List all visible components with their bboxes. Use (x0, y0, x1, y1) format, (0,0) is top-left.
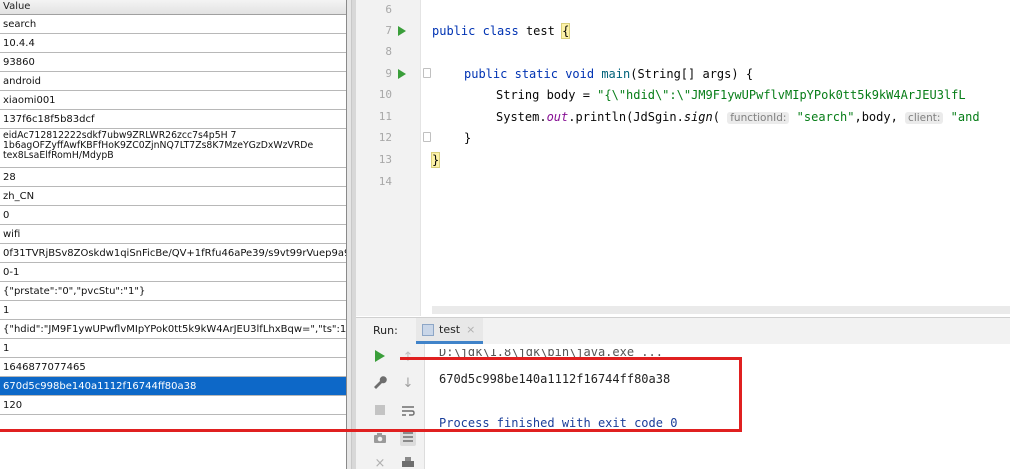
annotation-underline (0, 429, 403, 432)
fold-icon[interactable] (423, 68, 431, 78)
line-number: 6 (385, 3, 392, 16)
table-row[interactable]: 0f31TVRjBSv8ZOskdw1qiSnFicBe/QV+1fRfu46a… (0, 244, 346, 263)
camera-icon[interactable] (372, 432, 388, 448)
table-row[interactable]: 93860 (0, 53, 346, 72)
run-label: Run: (373, 324, 398, 337)
parameter-hint: functionId: (727, 112, 790, 124)
console-icon (422, 323, 434, 336)
table-row[interactable]: 1646877077465 (0, 358, 346, 377)
tab-test[interactable]: test × (416, 318, 484, 344)
editor-horizontal-scrollbar[interactable] (432, 306, 1010, 314)
values-list: search 10.4.4 93860 android xiaomi001 137f6c1… (0, 15, 346, 415)
table-row[interactable]: 10.4.4 (0, 34, 346, 53)
table-row[interactable]: {"prstate":"0","pvcStu":"1"} (0, 282, 346, 301)
line-number: 10 (378, 88, 392, 101)
table-row[interactable]: 670d5c998be140a1112f16744ff80a38 (0, 377, 346, 396)
table-row[interactable]: zh_CN (0, 187, 346, 206)
code-line-9: public static void main(String[] args) { (464, 67, 754, 81)
line-number: 14 (378, 175, 392, 188)
fold-icon[interactable] (423, 132, 431, 142)
print-icon[interactable] (400, 456, 416, 472)
table-row[interactable]: wifi (0, 225, 346, 244)
line-number: 7 (385, 24, 392, 37)
code-line-13: } (430, 152, 441, 168)
code-editor[interactable]: 6 7 8 9 10 11 12 13 14 public class test… (356, 0, 1010, 316)
run-icon[interactable] (372, 350, 388, 366)
line-gutter: 6 7 8 9 10 11 12 13 14 (356, 0, 421, 316)
table-row[interactable]: 0 (0, 206, 346, 225)
table-row[interactable]: search (0, 15, 346, 34)
table-row[interactable]: 120 (0, 396, 346, 415)
line-number: 13 (378, 153, 392, 166)
close-icon[interactable]: × (372, 456, 388, 472)
table-row[interactable]: 0-1 (0, 263, 346, 282)
code-line-10: String body = "{\"hdid\":\"JM9F1ywUPwflv… (496, 88, 966, 102)
tab-label: test (439, 323, 461, 336)
run-tool-window-header: Run: test × (356, 317, 1010, 345)
table-row[interactable]: eidAc712812222sdkf7ubw9ZRLWR26zcc7s4p5H … (0, 129, 346, 168)
wrench-icon[interactable] (372, 376, 388, 392)
scroll-to-end-icon[interactable] (400, 430, 416, 446)
table-row[interactable]: 1 (0, 301, 346, 320)
values-table: Value search 10.4.4 93860 android xiaomi001 1… (0, 0, 347, 469)
code-line-12: } (464, 131, 472, 145)
run-class-icon[interactable] (398, 26, 406, 36)
parameter-hint: client: (905, 112, 944, 124)
stop-icon[interactable] (372, 404, 388, 420)
line-number: 8 (385, 45, 392, 58)
table-row[interactable]: xiaomi001 (0, 91, 346, 110)
table-row[interactable]: 1 (0, 339, 346, 358)
code-line-7: public class test { (432, 23, 571, 39)
line-number: 11 (378, 110, 392, 123)
column-header-value[interactable]: Value (0, 0, 346, 15)
table-row[interactable]: {"hdid":"JM9F1ywUPwflvMIpYPok0tt5k9kW4Ar… (0, 320, 346, 339)
table-row[interactable]: 28 (0, 168, 346, 187)
run-main-icon[interactable] (398, 69, 406, 79)
close-icon[interactable]: × (466, 323, 475, 336)
table-row[interactable]: 137f6c18f5b83dcf (0, 110, 346, 129)
line-number: 9 (385, 67, 392, 80)
table-row[interactable]: android (0, 72, 346, 91)
code-line-11: System.out.println(JdSgin.sign( function… (496, 110, 980, 124)
annotation-box (400, 357, 742, 432)
line-number: 12 (378, 131, 392, 144)
